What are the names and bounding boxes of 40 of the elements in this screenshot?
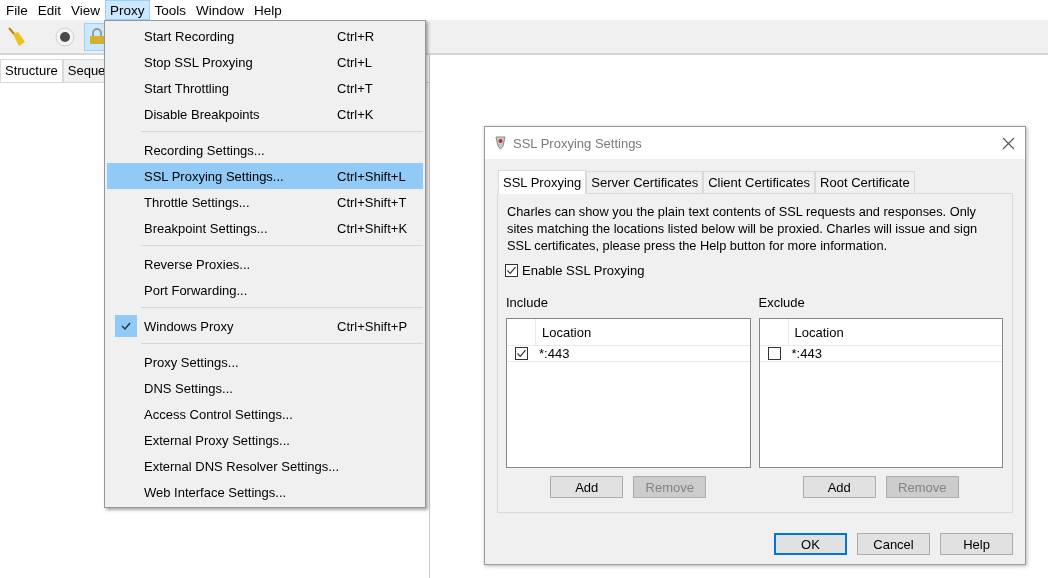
menu-item[interactable]: Disable Breakpoints Ctrl+K: [107, 101, 423, 127]
dialog-tab[interactable]: Root Certificate: [815, 171, 915, 193]
menu-title[interactable]: View: [66, 0, 106, 20]
dialog-tab[interactable]: Client Certificates: [703, 171, 816, 193]
menu-item[interactable]: Proxy Settings...: [107, 349, 423, 375]
menu-item[interactable]: DNS Settings...: [107, 375, 423, 401]
menu-item[interactable]: External DNS Resolver Settings...: [107, 453, 423, 479]
menu-title[interactable]: Tools: [149, 0, 192, 20]
menu-item[interactable]: Web Interface Settings...: [107, 479, 423, 505]
table-cell-text: *:443: [790, 346, 823, 361]
view-tab[interactable]: Structure: [0, 59, 63, 82]
list-title: Include: [506, 295, 549, 310]
menu-item[interactable]: Recording Settings...: [107, 137, 423, 163]
menu-item[interactable]: Windows Proxy Ctrl+Shift+P: [107, 313, 423, 339]
menu-title[interactable]: Edit: [32, 0, 67, 20]
dialog-tab[interactable]: SSL Proxying: [498, 170, 587, 194]
list-button[interactable]: Add: [550, 476, 624, 498]
dialog-title: SSL Proxying Settings: [513, 135, 643, 151]
list-button[interactable]: Add: [802, 476, 876, 498]
menu-title[interactable]: Help: [249, 0, 287, 20]
dialog-button[interactable]: Help: [940, 533, 1013, 555]
table-cell-text: *:443: [538, 346, 571, 361]
dialog-button[interactable]: OK: [774, 533, 847, 555]
dialog-button[interactable]: Cancel: [857, 533, 930, 555]
column-header: Location: [541, 323, 593, 342]
menu-item[interactable]: Reverse Proxies...: [107, 251, 423, 277]
description-text: Charles can show you the plain text contents of SSL requests and responses. Only sites matching the locations listed below will be proxied. Charles will issue and sign SSL certificates, please press the Help button for more information.: [507, 203, 979, 254]
menu-title[interactable]: Window: [191, 0, 250, 20]
menu-item[interactable]: External Proxy Settings...: [107, 427, 423, 453]
menu-item[interactable]: SSL Proxying Settings... Ctrl+Shift+L: [107, 163, 423, 189]
menu-item[interactable]: Access Control Settings...: [107, 401, 423, 427]
column-header: Location: [793, 323, 845, 342]
checkbox-label: Enable SSL Proxying: [522, 263, 645, 278]
menu-item[interactable]: Breakpoint Settings... Ctrl+Shift+K: [107, 215, 423, 241]
menu-title[interactable]: File: [1, 0, 33, 20]
dialog-tab[interactable]: Server Certificates: [586, 171, 704, 193]
list-title: Exclude: [758, 295, 806, 310]
menu-item[interactable]: Throttle Settings... Ctrl+Shift+T: [107, 189, 423, 215]
menu-item[interactable]: Port Forwarding...: [107, 277, 423, 303]
menu-title[interactable]: Proxy: [105, 0, 150, 20]
